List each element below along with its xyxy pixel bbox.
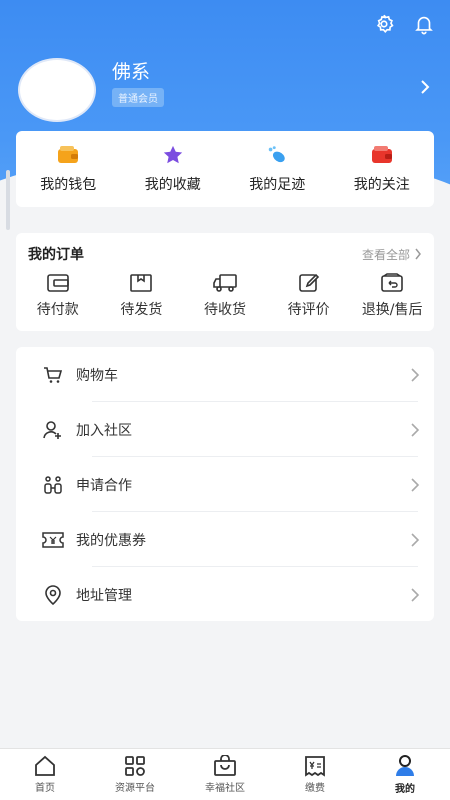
quick-link-follows[interactable]: 我的关注 [330,131,435,207]
view-all-orders-link[interactable]: 查看全部 [362,246,422,263]
menu-item-address[interactable]: 地址管理 [16,567,434,622]
footprint-icon [269,146,285,163]
orders-card: 我的订单 查看全部 待付款 待发货 待收货 待评价 退换/售后 [16,233,434,331]
chevron-right-icon [411,477,420,492]
settings-gear-icon[interactable] [372,12,396,36]
menu-item-label: 加入社区 [76,422,132,439]
tab-resources[interactable]: 资源平台 [90,749,180,800]
tab-label: 首页 [35,783,55,794]
menu-item-cooperation[interactable]: 申请合作 [16,457,434,512]
quick-link-wallet[interactable]: 我的钱包 [16,131,121,207]
wallet-outline-icon [46,274,69,292]
tab-home[interactable]: 首页 [0,749,90,800]
chevron-right-icon [411,587,420,602]
tab-label: 资源平台 [115,783,155,794]
order-status-label: 待收货 [203,302,246,318]
bill-icon [305,756,325,777]
user-icon [396,755,414,776]
header-actions [372,12,436,36]
username: 佛系 [112,61,151,83]
chevron-right-icon [411,367,420,382]
star-icon [163,145,182,164]
return-icon [381,273,403,292]
order-returns[interactable]: 退换/售后 [350,273,434,319]
avatar[interactable] [18,58,96,122]
quick-links-card: 我的钱包 我的收藏 我的足迹 我的关注 [16,131,434,207]
tab-label: 幸福社区 [205,783,245,794]
quick-link-label: 我的钱包 [40,177,97,193]
scroll-indicator [6,170,10,230]
tab-label: 我的 [395,784,415,795]
order-status-label: 待付款 [36,302,79,318]
bag-icon [214,755,236,776]
menu-item-label: 我的优惠券 [76,532,146,549]
quick-link-label: 我的足迹 [249,177,306,193]
chevron-right-icon [415,248,421,260]
order-status-label: 待评价 [287,302,330,318]
orders-title: 我的订单 [28,247,84,263]
order-pending-receipt[interactable]: 待收货 [183,273,267,319]
order-pending-shipment[interactable]: 待发货 [100,273,184,319]
tab-mine[interactable]: 我的 [360,749,450,800]
cart-icon [42,364,64,386]
order-pending-payment[interactable]: 待付款 [16,273,100,319]
profile-chevron-right-icon[interactable] [418,79,432,95]
quick-link-favorites[interactable]: 我的收藏 [121,131,226,207]
box-icon [130,274,153,292]
add-user-icon [42,419,64,441]
menu-item-cart[interactable]: 购物车 [16,347,434,402]
order-status-label: 待发货 [120,302,163,318]
tab-payments[interactable]: 缴费 [270,749,360,800]
menu-item-label: 地址管理 [76,587,132,604]
menu-list: 购物车 加入社区 申请合作 我的优惠券 地址管理 [16,347,434,621]
location-icon [42,584,64,606]
home-icon [35,755,55,776]
follow-wallet-icon [371,146,392,163]
menu-item-label: 申请合作 [76,477,132,494]
grid-icon [125,756,145,776]
notification-bell-icon[interactable] [412,12,436,36]
member-badge: 普通会员 [112,88,164,107]
edit-icon [298,273,319,292]
chevron-right-icon [411,532,420,547]
order-status-label: 退换/售后 [361,302,423,318]
coupon-icon [42,529,64,551]
chevron-right-icon [411,422,420,437]
cooperation-icon [42,474,64,496]
tab-community[interactable]: 幸福社区 [180,749,270,800]
menu-item-coupons[interactable]: 我的优惠券 [16,512,434,567]
quick-link-label: 我的关注 [353,177,410,193]
bottom-tab-bar: 首页 资源平台 幸福社区 缴费 我的 [0,748,450,800]
quick-link-footprints[interactable]: 我的足迹 [225,131,330,207]
order-pending-review[interactable]: 待评价 [267,273,351,319]
truck-icon [213,274,237,292]
quick-link-label: 我的收藏 [144,177,201,193]
tab-label: 缴费 [305,783,325,794]
menu-item-label: 购物车 [76,367,118,384]
view-all-label: 查看全部 [361,247,410,262]
wallet-icon [58,146,79,163]
menu-item-join-community[interactable]: 加入社区 [16,402,434,457]
